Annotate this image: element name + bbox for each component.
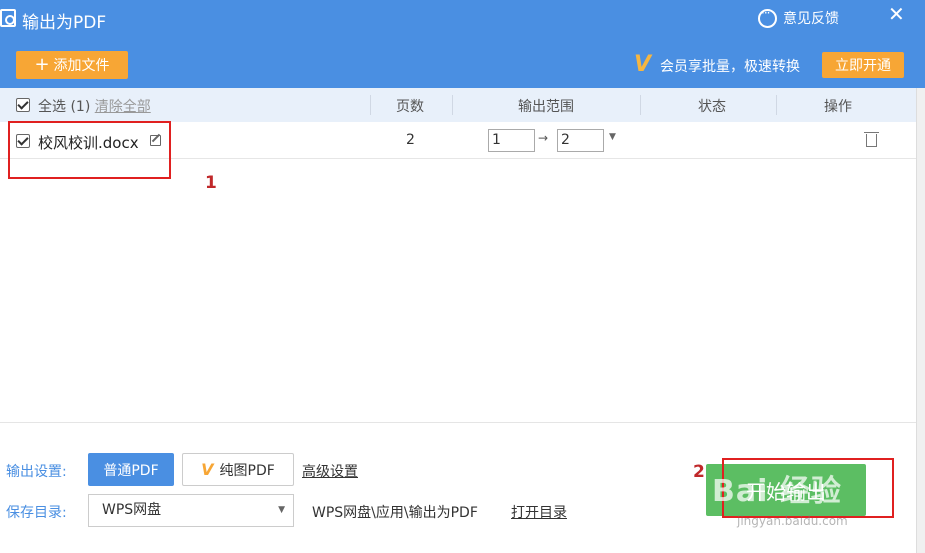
pdf-export-icon <box>0 9 16 27</box>
advanced-settings-link[interactable]: 高级设置 <box>302 461 358 481</box>
arrow-right-icon: → <box>538 131 549 145</box>
trash-icon[interactable] <box>864 132 879 147</box>
save-target-value: WPS网盘 <box>102 502 162 518</box>
window-title: 输出为PDF <box>22 13 107 33</box>
range-from-input[interactable]: 1 <box>488 129 535 152</box>
image-pdf-button[interactable]: V 纯图PDF <box>182 453 294 486</box>
select-all-checkbox[interactable] <box>16 98 30 112</box>
add-files-button[interactable]: + 添加文件 <box>16 51 128 79</box>
close-icon[interactable]: ✕ <box>888 2 905 26</box>
clear-all-link[interactable]: 清除全部 <box>95 99 151 115</box>
vip-icon: V <box>201 460 214 479</box>
divider <box>0 422 916 423</box>
watermark-url: jingyan.baidu.com <box>737 514 848 528</box>
add-files-label: 添加文件 <box>53 58 110 74</box>
open-vip-button[interactable]: 立即开通 <box>822 52 904 78</box>
file-table-header: 全选 (1) 清除全部 页数 输出范围 状态 操作 <box>0 88 916 122</box>
vip-icon: V <box>634 52 652 77</box>
window-header: 输出为PDF 意见反馈 ✕ + 添加文件 V 会员享批量，极速转换 立即开通 <box>0 0 925 88</box>
column-range: 输出范围 <box>518 99 574 115</box>
annotation-number-2: 2 <box>693 462 705 482</box>
save-dir-label: 保存目录: <box>6 505 67 521</box>
feedback-link[interactable]: 意见反馈 <box>758 6 839 28</box>
plus-icon: + <box>34 54 50 75</box>
chevron-down-icon[interactable]: ▼ <box>609 132 616 142</box>
column-divider <box>776 95 777 115</box>
column-pages: 页数 <box>396 99 424 115</box>
image-pdf-label: 纯图PDF <box>219 462 275 479</box>
column-status: 状态 <box>698 99 726 115</box>
select-all-label: 全选 (1) 清除全部 <box>38 96 151 116</box>
select-all-text: 全选 (1) <box>38 99 91 115</box>
column-action: 操作 <box>824 99 852 115</box>
save-target-select[interactable]: WPS网盘 ▼ <box>88 494 294 527</box>
output-settings-label: 输出设置: <box>6 464 67 480</box>
normal-pdf-button[interactable]: 普通PDF <box>88 453 174 486</box>
watermark-logo: Bai 经验 <box>712 474 842 509</box>
open-directory-link[interactable]: 打开目录 <box>511 502 567 522</box>
vip-promo-text: 会员享批量，极速转换 <box>660 59 800 75</box>
chat-bubble-icon <box>758 6 777 28</box>
range-to-input[interactable]: 2 <box>557 129 604 152</box>
save-path: WPS网盘\应用\输出为PDF <box>312 505 478 521</box>
scrollbar[interactable] <box>916 88 925 553</box>
feedback-label: 意见反馈 <box>783 11 839 27</box>
column-divider <box>640 95 641 115</box>
chevron-down-icon: ▼ <box>278 505 285 515</box>
column-divider <box>452 95 453 115</box>
annotation-number-1: 1 <box>205 173 217 193</box>
file-pages: 2 <box>406 132 415 148</box>
annotation-box-1 <box>8 121 171 179</box>
column-divider <box>370 95 371 115</box>
